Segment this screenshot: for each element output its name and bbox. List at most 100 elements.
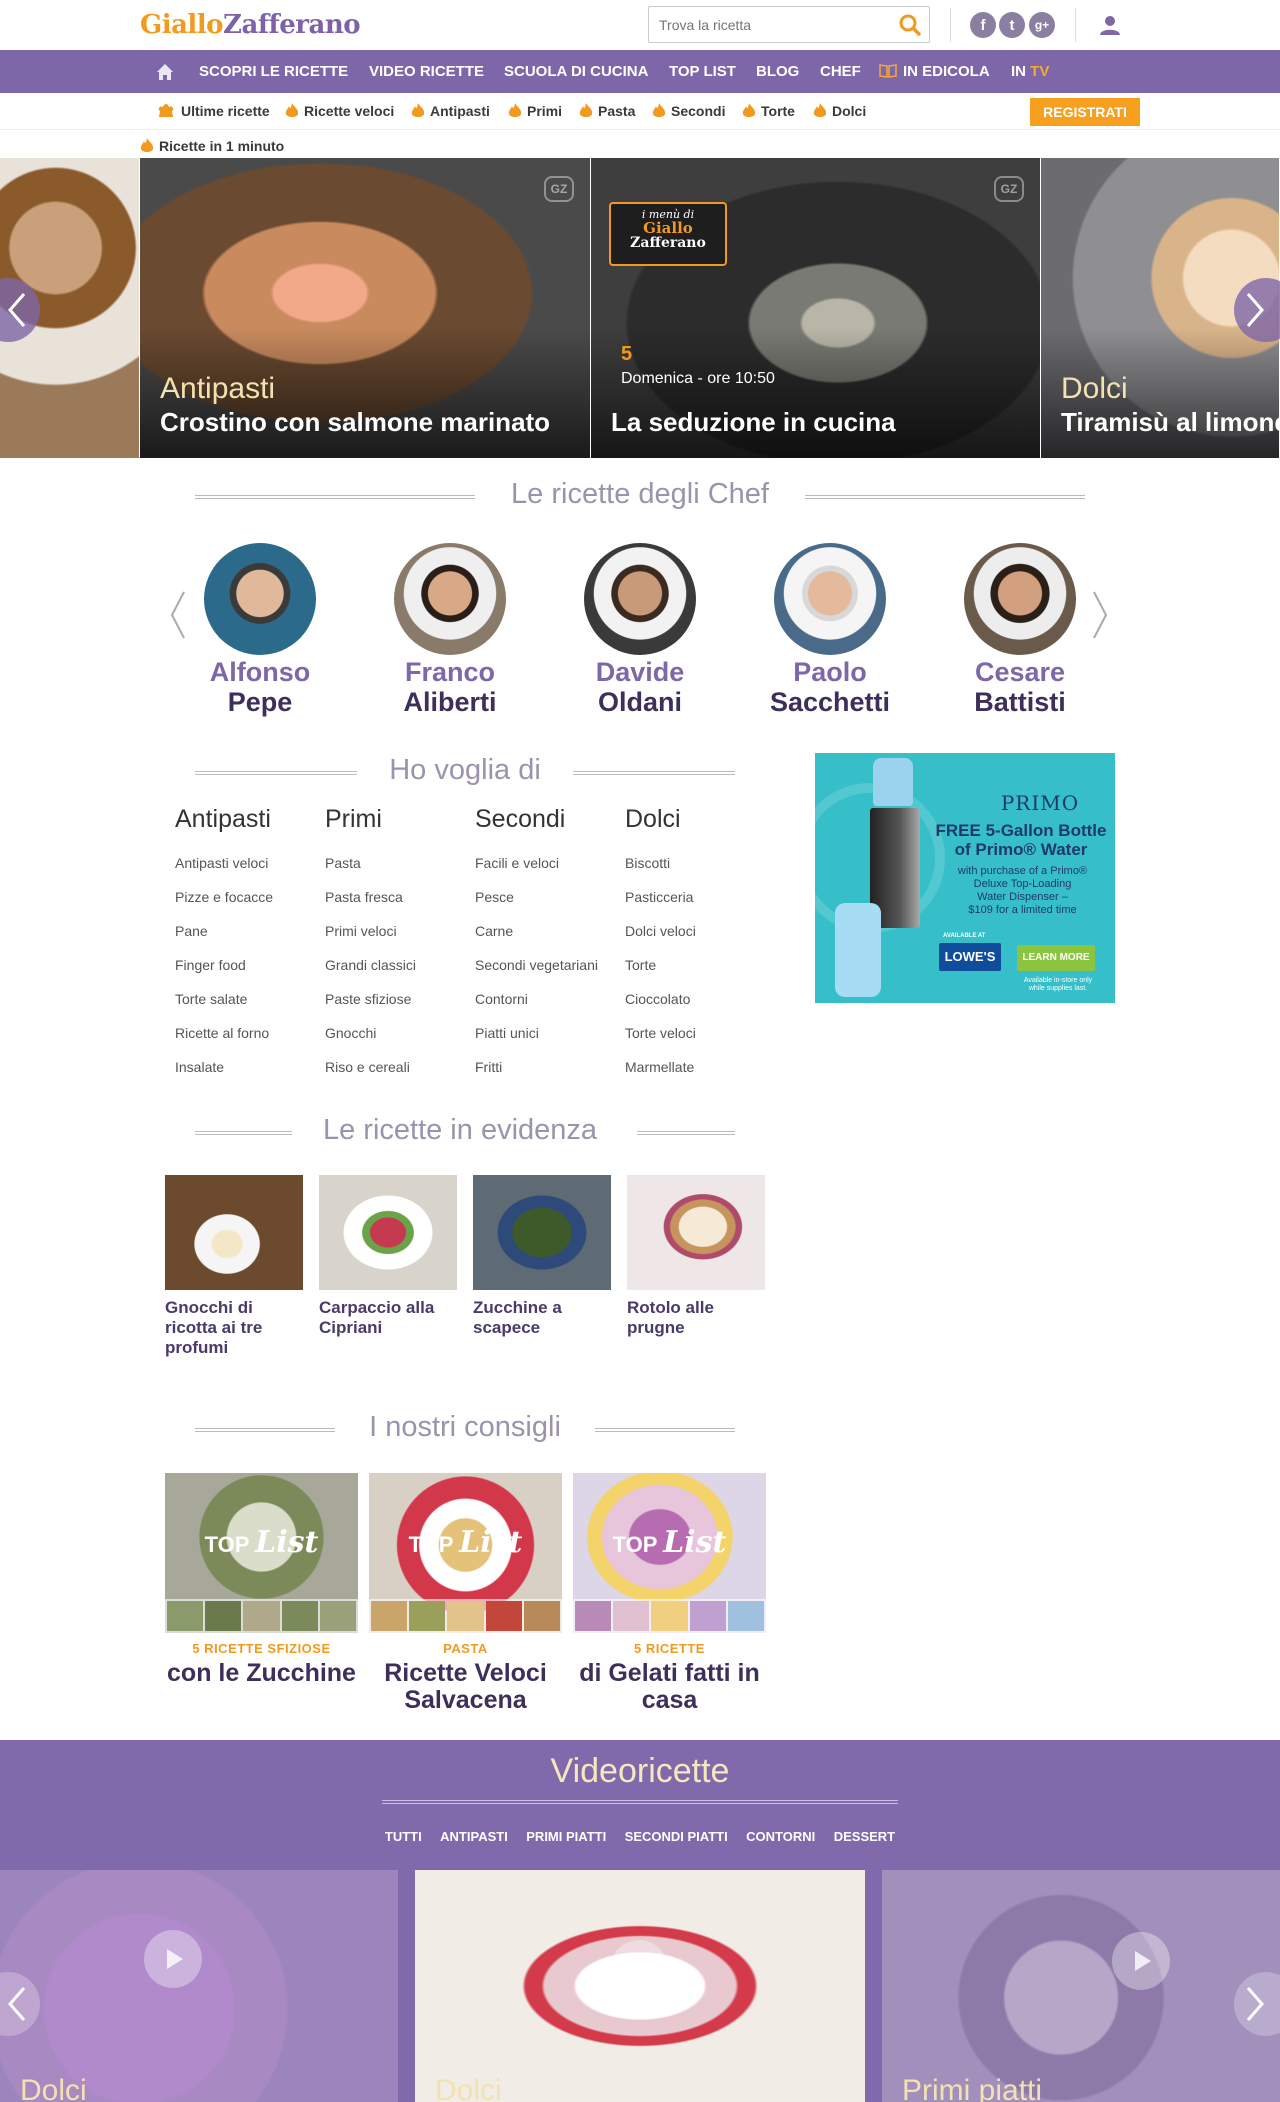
nav-scuola-cucina[interactable]: SCUOLA DI CUCINA (504, 50, 648, 93)
slide-shade (591, 328, 1040, 458)
voglia-link[interactable]: Carne (475, 914, 598, 948)
voglia-link[interactable]: Pizze e focacce (175, 880, 273, 914)
voglia-link[interactable]: Paste sfiziose (325, 982, 416, 1016)
hero-slide-menu-tv[interactable]: GZ i menù di Giallo Zafferano 5 Domenica… (591, 158, 1041, 458)
voglia-link[interactable]: Facili e veloci (475, 846, 598, 880)
nav-in-tv[interactable]: IN TV (1011, 50, 1049, 93)
hero-slide-antipasti[interactable]: GZ Antipasti Crostino con salmone marina… (140, 158, 591, 458)
video-tab-contorni[interactable]: CONTORNI (746, 1829, 815, 1844)
facebook-icon[interactable]: f (970, 12, 996, 38)
nav-top-list[interactable]: TOP LIST (669, 50, 736, 93)
voglia-link[interactable]: Antipasti veloci (175, 846, 273, 880)
search-input[interactable] (649, 7, 879, 42)
chef-avatar (394, 543, 506, 655)
chef-card[interactable]: Paolo Sacchetti (750, 543, 910, 716)
voglia-link[interactable]: Ricette al forno (175, 1016, 273, 1050)
chef-card[interactable]: Franco Aliberti (370, 543, 530, 716)
section-rule (195, 1131, 292, 1135)
voglia-link[interactable]: Pasta fresca (325, 880, 416, 914)
play-icon[interactable] (144, 1930, 202, 1988)
voglia-link[interactable]: Riso e cereali (325, 1050, 416, 1084)
voglia-link[interactable]: Pasticceria (625, 880, 696, 914)
voglia-column-antipasti: Antipasti Antipasti veloci Pizze e focac… (175, 805, 273, 1084)
toplist-badge: TOP List (408, 1525, 523, 1560)
chevron-right-icon (1246, 1987, 1264, 2021)
video-tab-secondi[interactable]: SECONDI PIATTI (625, 1829, 728, 1844)
voglia-link[interactable]: Grandi classici (325, 948, 416, 982)
nav-scopri-ricette[interactable]: SCOPRI LE RICETTE (199, 50, 348, 93)
video-card[interactable]: Dolci (0, 1870, 398, 2102)
toplist-card[interactable]: TOP List 5 RICETTE SFIZIOSE con le Zucch… (165, 1473, 358, 1687)
subnav-torte[interactable]: Torte (742, 93, 795, 130)
ad-banner[interactable]: PRIMO FREE 5-Gallon Bottle of Primo® Wate… (815, 753, 1115, 1003)
gz-watermark-icon: GZ (994, 176, 1024, 202)
site-logo[interactable]: Giallo Zafferano (140, 8, 361, 42)
nav-chef[interactable]: CHEF (820, 50, 861, 93)
subnav-ricette-veloci[interactable]: Ricette veloci (285, 93, 394, 130)
search-icon[interactable] (899, 14, 921, 36)
evidenza-card[interactable]: Rotolo alle prugne (627, 1175, 765, 1338)
chefs-section-title: Le ricette degli Chef (511, 478, 769, 510)
voglia-link[interactable]: Torte (625, 948, 696, 982)
voglia-link[interactable]: Fritti (475, 1050, 598, 1084)
video-card[interactable]: Primi piatti (882, 1870, 1280, 2102)
google-plus-icon[interactable]: g+ (1029, 12, 1055, 38)
voglia-link[interactable]: Marmellate (625, 1050, 696, 1084)
video-card[interactable]: Dolci (415, 1870, 865, 2102)
home-icon[interactable] (156, 63, 174, 81)
voglia-link[interactable]: Pane (175, 914, 273, 948)
voglia-link[interactable]: Finger food (175, 948, 273, 982)
chef-card[interactable]: Cesare Battisti (940, 543, 1100, 716)
chef-card[interactable]: Alfonso Pepe (180, 543, 340, 716)
evidenza-card[interactable]: Carpaccio alla Cipriani (319, 1175, 457, 1338)
twitter-icon[interactable]: t (999, 12, 1025, 38)
toplist-badge: TOP List (612, 1525, 727, 1560)
toplist-card[interactable]: TOP List 5 RICETTE di Gelati fatti in ca… (573, 1473, 766, 1714)
hero-slider: GZ Antipasti Crostino con salmone marina… (0, 158, 1280, 458)
nav-blog[interactable]: BLOG (756, 50, 799, 93)
toplist-card[interactable]: TOP List PASTA Ricette Veloci Salvacena (369, 1473, 562, 1714)
video-tab-tutti[interactable]: TUTTI (385, 1829, 422, 1844)
user-icon[interactable] (1098, 13, 1122, 37)
voglia-link[interactable]: Biscotti (625, 846, 696, 880)
subnav-pasta[interactable]: Pasta (579, 93, 635, 130)
voglia-link[interactable]: Pesce (475, 880, 598, 914)
voglia-link[interactable]: Dolci veloci (625, 914, 696, 948)
flame-icon (579, 103, 593, 117)
learn-more-button[interactable]: LEARN MORE (1017, 945, 1095, 971)
video-tab-primi[interactable]: PRIMI PIATTI (526, 1829, 606, 1844)
voglia-link[interactable]: Piatti unici (475, 1016, 598, 1050)
voglia-link[interactable]: Pasta (325, 846, 416, 880)
voglia-link[interactable]: Primi veloci (325, 914, 416, 948)
nav-in-edicola[interactable]: IN EDICOLA (879, 50, 990, 93)
play-icon[interactable] (1112, 1932, 1170, 1990)
evidenza-card[interactable]: Zucchine a scapece (473, 1175, 611, 1338)
slide-title: Crostino con salmone marinato (160, 407, 551, 437)
evidenza-card[interactable]: Gnocchi di ricotta ai tre profumi (165, 1175, 303, 1358)
video-tab-dessert[interactable]: DESSERT (834, 1829, 895, 1844)
book-icon (879, 64, 897, 78)
chef-card[interactable]: Davide Oldani (560, 543, 720, 716)
voglia-link[interactable]: Contorni (475, 982, 598, 1016)
voglia-link[interactable]: Insalate (175, 1050, 273, 1084)
lowes-logo: LOWE'S (939, 943, 1001, 971)
subnav-dolci[interactable]: Dolci (813, 93, 866, 130)
subnav-ultime-ricette[interactable]: Ultime ricette (156, 93, 270, 130)
nav-video-ricette[interactable]: VIDEO RICETTE (369, 50, 484, 93)
subnav-antipasti[interactable]: Antipasti (411, 93, 490, 130)
subnav-primi[interactable]: Primi (508, 93, 562, 130)
voglia-link[interactable]: Torte salate (175, 982, 273, 1016)
register-button[interactable]: REGISTRATI (1030, 98, 1140, 126)
play-icon[interactable] (610, 1940, 668, 1998)
ricette-1-minuto-link[interactable]: Ricette in 1 minuto (140, 132, 284, 160)
voglia-link[interactable]: Gnocchi (325, 1016, 416, 1050)
recipe-image (627, 1175, 765, 1290)
ad-brand: PRIMO (1000, 791, 1080, 815)
consigli-section-title: I nostri consigli (369, 1411, 561, 1443)
voglia-link[interactable]: Secondi vegetariani (475, 948, 598, 982)
subnav-secondi[interactable]: Secondi (652, 93, 725, 130)
voglia-link[interactable]: Cioccolato (625, 982, 696, 1016)
videoricette-tabs: TUTTI ANTIPASTI PRIMI PIATTI SECONDI PIA… (0, 1828, 1280, 1846)
voglia-link[interactable]: Torte veloci (625, 1016, 696, 1050)
video-tab-antipasti[interactable]: ANTIPASTI (440, 1829, 508, 1844)
